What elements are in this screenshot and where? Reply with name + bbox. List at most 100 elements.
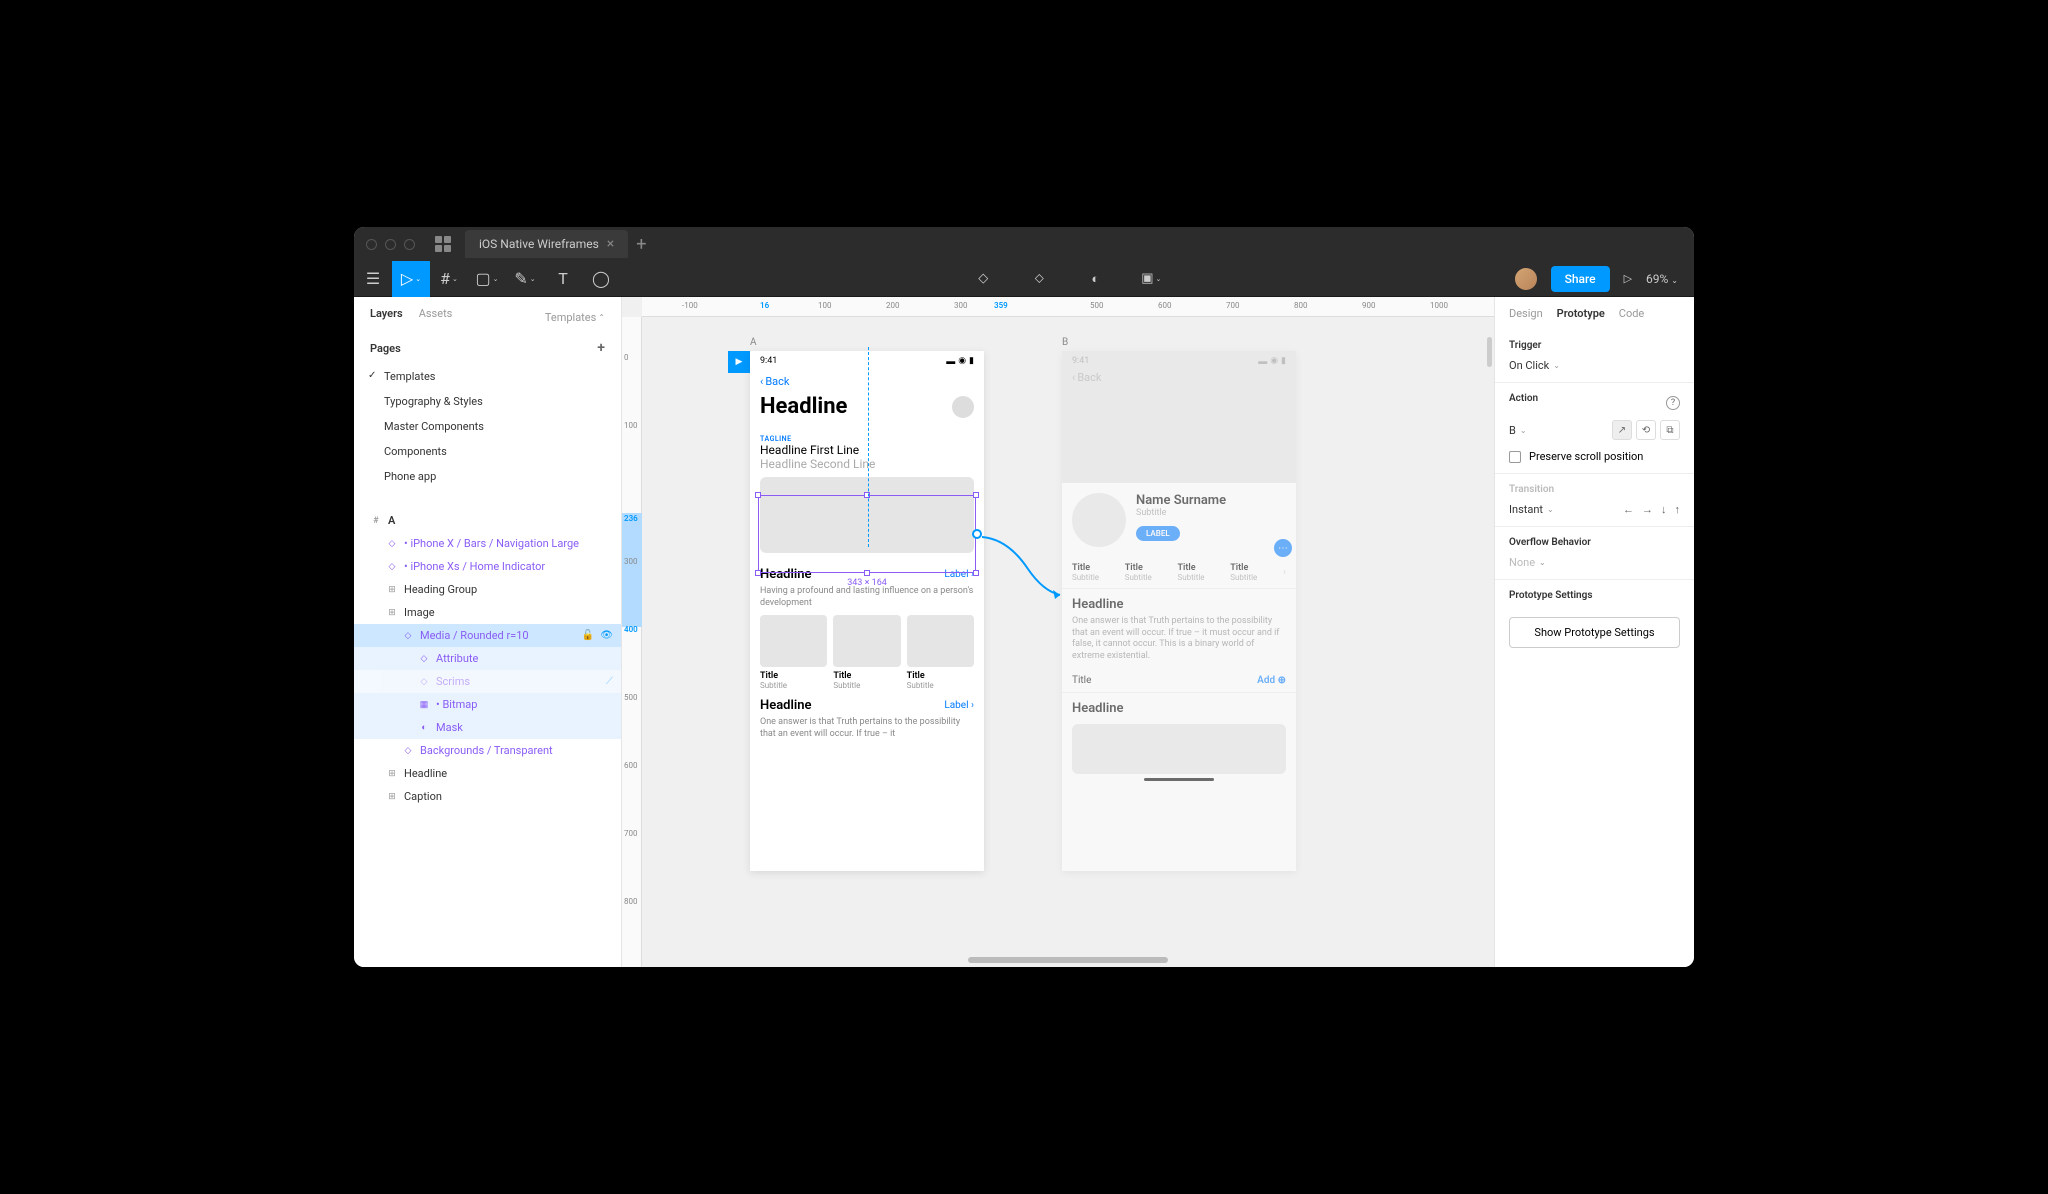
layer-scrims[interactable]: ◇Scrims⟋ xyxy=(354,670,621,693)
tab-design[interactable]: Design xyxy=(1509,307,1543,320)
prototype-start-badge[interactable]: ▶ xyxy=(728,351,750,373)
eye-icon[interactable]: 👁 xyxy=(600,630,613,641)
media-rounded[interactable] xyxy=(760,477,974,553)
tab-code[interactable]: Code xyxy=(1619,307,1644,320)
component-icon[interactable]: ◇ xyxy=(964,261,1002,297)
section-2-label[interactable]: Label › xyxy=(944,700,974,711)
add-page-icon[interactable]: + xyxy=(597,340,605,356)
page-components[interactable]: Components xyxy=(354,439,621,464)
frame-b[interactable]: 9:41 ▬◉▮ ‹Back Name Surname Subtitle LAB… xyxy=(1062,351,1296,871)
layer-nav-large[interactable]: ◇• iPhone X / Bars / Navigation Large xyxy=(354,532,621,555)
layer-image[interactable]: ⊞Image xyxy=(354,601,621,624)
tab-assets[interactable]: Assets xyxy=(419,307,453,328)
section-1-label[interactable]: Label › xyxy=(944,569,974,580)
group-icon: ⊞ xyxy=(386,792,398,802)
help-icon[interactable]: ? xyxy=(1666,396,1680,410)
frame-a-label[interactable]: A xyxy=(750,337,757,348)
overlay-icon[interactable]: ⧉ xyxy=(1660,420,1680,440)
file-tab[interactable]: iOS Native Wireframes × xyxy=(465,230,628,258)
layer-headline[interactable]: ⊞Headline xyxy=(354,762,621,785)
shape-tool[interactable]: ▢⌄ xyxy=(468,261,506,297)
add-row[interactable]: Title Add ⊕ xyxy=(1062,669,1296,693)
swap-icon[interactable]: ⟲ xyxy=(1636,420,1656,440)
right-panel-tabs: Design Prototype Code xyxy=(1495,297,1694,330)
canvas-area[interactable]: -100 16 100 200 300 359 500 600 700 800 … xyxy=(622,297,1494,967)
close-icon[interactable]: × xyxy=(607,236,614,252)
nav-bar-a: ‹Back Headline xyxy=(750,371,984,429)
zoom-level[interactable]: 69% ⌄ xyxy=(1646,272,1678,286)
arrow-right-icon[interactable]: → xyxy=(1642,503,1653,516)
layer-caption[interactable]: ⊞Caption xyxy=(354,785,621,808)
tab-layers[interactable]: Layers xyxy=(370,307,403,328)
tab-prototype[interactable]: Prototype xyxy=(1557,307,1605,320)
arrow-down-icon[interactable]: ↓ xyxy=(1661,503,1667,516)
frame-tool[interactable]: #⌄ xyxy=(430,261,468,297)
more-button[interactable]: ⋯ xyxy=(1274,539,1292,557)
back-button-a[interactable]: ‹Back xyxy=(760,375,974,388)
hidden-icon[interactable]: ⟋ xyxy=(606,676,613,687)
layer-home-indicator[interactable]: ◇• iPhone Xs / Home Indicator xyxy=(354,555,621,578)
guide-vertical[interactable] xyxy=(868,347,869,547)
menu-button[interactable]: ☰ xyxy=(354,261,392,297)
move-tool[interactable]: ▷⌄ xyxy=(392,261,430,297)
union-icon[interactable]: ▣⌄ xyxy=(1132,261,1170,297)
layer-bitmap[interactable]: ▦• Bitmap xyxy=(354,693,621,716)
app-icon xyxy=(435,236,451,252)
comment-tool[interactable]: ◯ xyxy=(582,261,620,297)
boolean-icon[interactable]: ◐ xyxy=(1076,261,1114,297)
traffic-lights[interactable] xyxy=(366,239,415,250)
settings-section: Prototype Settings Show Prototype Settin… xyxy=(1495,580,1694,658)
card-2[interactable]: TitleSubtitle xyxy=(833,615,900,690)
card-3[interactable]: TitleSubtitle xyxy=(907,615,974,690)
present-icon[interactable]: ▷ xyxy=(1624,272,1632,285)
preserve-scroll-checkbox[interactable]: Preserve scroll position xyxy=(1509,450,1680,463)
canvas[interactable]: A ▶ 9:41 ▬◉▮ ‹Back Headline TAGLINE Head… xyxy=(642,317,1494,967)
unlock-icon[interactable]: 🔓 xyxy=(582,630,594,641)
arrow-left-icon[interactable]: ← xyxy=(1623,503,1634,516)
user-avatar[interactable] xyxy=(1515,268,1537,290)
frame-a[interactable]: 9:41 ▬◉▮ ‹Back Headline TAGLINE Headline… xyxy=(750,351,984,871)
page-master[interactable]: Master Components xyxy=(354,414,621,439)
status-icons-b: ▬◉▮ xyxy=(1258,356,1286,367)
frame-b-label[interactable]: B xyxy=(1062,337,1068,348)
pen-tool[interactable]: ✎⌄ xyxy=(506,261,544,297)
trigger-select[interactable]: On Click⌄ xyxy=(1509,359,1680,372)
tab-templates[interactable]: Templates ⌃ xyxy=(545,307,605,328)
stats-row[interactable]: TitleSubtitle TitleSubtitle TitleSubtitl… xyxy=(1062,557,1296,589)
nav-avatar[interactable] xyxy=(952,396,974,418)
layer-attribute[interactable]: ◇Attribute xyxy=(354,647,621,670)
navigate-icon[interactable]: ↗ xyxy=(1612,420,1632,440)
overflow-select[interactable]: None⌄ xyxy=(1509,556,1680,569)
add-tab-button[interactable]: + xyxy=(636,234,646,255)
status-bar-b: 9:41 ▬◉▮ xyxy=(1062,351,1296,371)
page-templates[interactable]: Templates xyxy=(354,364,621,389)
prototype-arrow[interactable] xyxy=(978,529,1068,609)
text-tool[interactable]: T xyxy=(544,261,582,297)
back-button-b[interactable]: ‹Back xyxy=(1062,371,1296,384)
titlebar: iOS Native Wireframes × + xyxy=(354,227,1694,261)
group-icon: ⊞ xyxy=(386,585,398,595)
action-target-select[interactable]: B⌄ xyxy=(1509,424,1527,437)
page-typography[interactable]: Typography & Styles xyxy=(354,389,621,414)
plus-icon: ⊕ xyxy=(1278,675,1286,686)
mask-icon[interactable]: ⬦ xyxy=(1020,261,1058,297)
arrow-up-icon[interactable]: ↑ xyxy=(1675,503,1681,516)
headline-first: Headline First Line xyxy=(750,443,984,457)
card-row: TitleSubtitle TitleSubtitle TitleSubtitl… xyxy=(750,615,984,690)
layer-heading-group[interactable]: ⊞Heading Group xyxy=(354,578,621,601)
layer-media-rounded[interactable]: ◇Media / Rounded r=10🔓👁 xyxy=(354,624,621,647)
layer-backgrounds[interactable]: ◇Backgrounds / Transparent xyxy=(354,739,621,762)
page-phone[interactable]: Phone app xyxy=(354,464,621,489)
card-1[interactable]: TitleSubtitle xyxy=(760,615,827,690)
share-button[interactable]: Share xyxy=(1551,266,1610,292)
tagline: TAGLINE xyxy=(750,429,984,443)
label-pill[interactable]: LABEL xyxy=(1136,526,1180,541)
scrollbar-horizontal[interactable] xyxy=(968,957,1168,963)
pages-header: Pages + xyxy=(354,328,621,364)
transition-select[interactable]: Instant⌄ xyxy=(1509,503,1554,516)
prototype-connection-dot[interactable] xyxy=(972,529,982,539)
show-prototype-settings-button[interactable]: Show Prototype Settings xyxy=(1509,617,1680,648)
layer-mask[interactable]: ◐Mask xyxy=(354,716,621,739)
layer-frame-a[interactable]: #A xyxy=(354,509,621,532)
profile-avatar[interactable] xyxy=(1072,493,1126,547)
